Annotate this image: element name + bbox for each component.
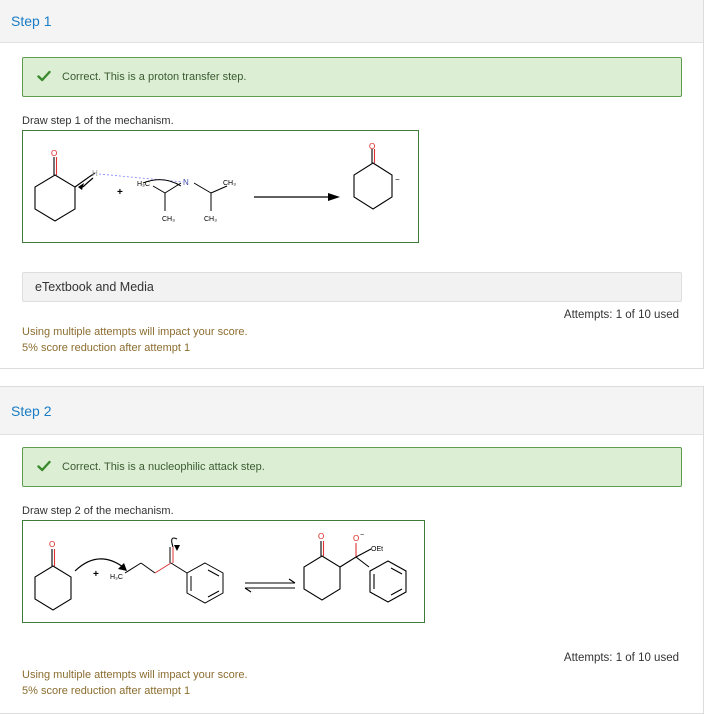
equilibrium-forward-head-icon	[288, 578, 296, 584]
nitrogen-label: N	[183, 178, 189, 187]
step-2-correct-alert: Correct. This is a nucleophilic attack s…	[22, 447, 682, 487]
enolate-oxygen-label: O	[49, 540, 55, 549]
step-1-header[interactable]	[0, 0, 703, 43]
cyclohexanone-reactant	[34, 157, 96, 222]
oxygen-label: O	[51, 149, 57, 158]
h3c-label: H₃C	[110, 574, 123, 581]
step-2-header[interactable]	[0, 387, 703, 435]
carbanion-charge: −	[395, 175, 400, 184]
tetrahedral-intermediate	[303, 541, 407, 603]
step-2-prompt: Draw step 2 of the mechanism.	[22, 505, 174, 517]
step-2-card: Step 2 Correct. This is a nucleophilic a…	[0, 386, 704, 714]
alkoxide-charge: −	[360, 532, 364, 539]
step-1-score-note: Using multiple attempts will impact your…	[22, 324, 248, 356]
step-1-note-line-1: Using multiple attempts will impact your…	[22, 326, 248, 338]
ch3-label-left: CH₃	[162, 216, 175, 223]
enolate-reactant	[34, 549, 72, 611]
step-2-title[interactable]: Step 2	[11, 403, 51, 419]
step-2-note-line-1: Using multiple attempts will impact your…	[22, 669, 248, 681]
plus-sign: +	[93, 569, 99, 580]
enolate-product	[353, 149, 393, 210]
ch3-label-right: CH₃	[223, 180, 236, 187]
equilibrium-reverse-head-icon	[244, 587, 252, 593]
step-2-alert-text: Correct. This is a nucleophilic attack s…	[62, 461, 265, 473]
etextbook-media-button[interactable]: eTextbook and Media	[22, 272, 682, 302]
step-1-alert-text: Correct. This is a proton transfer step.	[62, 71, 247, 83]
step-1-drawing-canvas[interactable]: O H + H₃C N CH₃ CH₃ CH₃ O −	[22, 130, 419, 243]
step-2-attempts: Attempts: 1 of 10 used	[563, 652, 679, 664]
ch3-label-bottom: CH₃	[204, 216, 217, 223]
ethyl-benzoate	[124, 547, 224, 604]
product-oxygen-label: O	[369, 142, 375, 151]
step-2-score-note: Using multiple attempts will impact your…	[22, 667, 248, 699]
arrow-curve-1	[82, 177, 94, 188]
etextbook-media-label: eTextbook and Media	[35, 280, 154, 294]
h3c-label: H₃C	[137, 181, 150, 188]
check-icon	[37, 460, 51, 472]
step-1-card: Step 1 Correct. This is a proton transfe…	[0, 0, 704, 369]
step-1-correct-alert: Correct. This is a proton transfer step.	[22, 57, 682, 97]
step-1-prompt: Draw step 1 of the mechanism.	[22, 115, 174, 127]
step-1-title[interactable]: Step 1	[11, 13, 51, 29]
reaction-arrowhead-icon	[328, 193, 340, 201]
plus-sign: +	[117, 187, 123, 198]
step-1-note-line-2: 5% score reduction after attempt 1	[22, 342, 191, 354]
hydrogen-label: H	[92, 169, 98, 178]
step-1-attempts: Attempts: 1 of 10 used	[563, 309, 679, 321]
check-icon	[37, 70, 51, 82]
oet-label: OEt	[371, 546, 383, 553]
intermediate-oxygen-label: O	[318, 532, 324, 541]
step-2-note-line-2: 5% score reduction after attempt 1	[22, 685, 191, 697]
nucleophilic-arrow	[74, 558, 124, 572]
step-1-mechanism-drawing: O H + H₃C N CH₃ CH₃ CH₃ O −	[34, 142, 400, 223]
arrowhead-icon	[174, 545, 180, 551]
alkoxide-oxygen-label: O	[353, 534, 359, 543]
step-2-drawing-canvas[interactable]: O + H₃C O O − OEt	[22, 520, 425, 623]
step-2-mechanism-drawing: O + H₃C O O − OEt	[34, 532, 407, 611]
